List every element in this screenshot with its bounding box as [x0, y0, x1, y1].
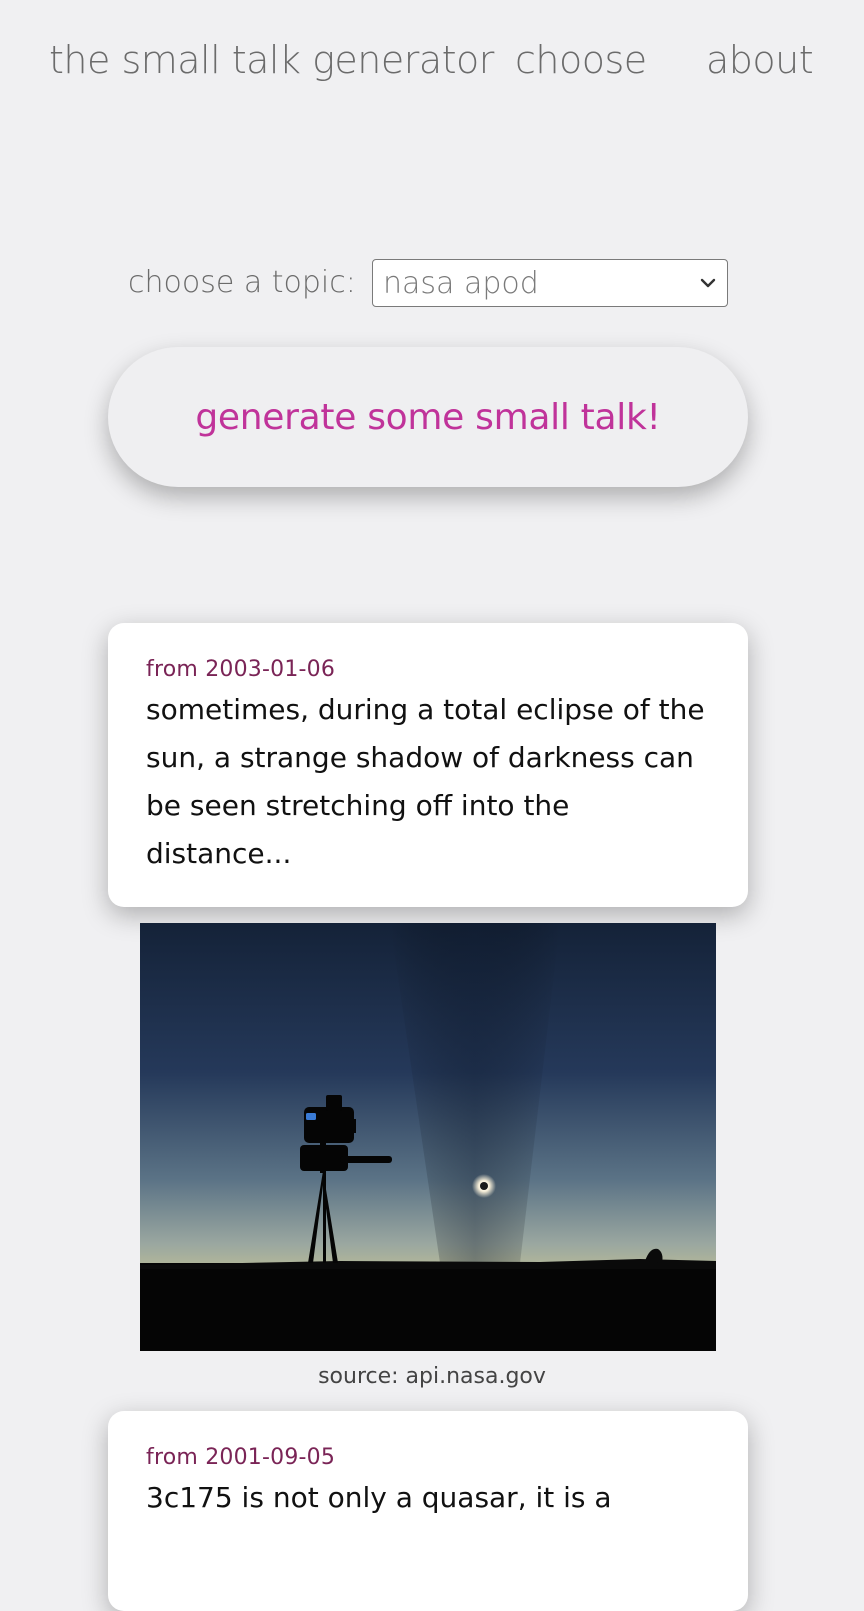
- fact-card: from 2003-01-06 sometimes, during a tota…: [108, 623, 748, 907]
- nav-choose-link[interactable]: choose: [515, 38, 647, 82]
- fact-text: sometimes, during a total eclipse of the…: [146, 693, 705, 870]
- nav-home-link[interactable]: the small talk generator: [49, 38, 494, 82]
- apod-eclipse-image: [140, 923, 716, 1351]
- chevron-down-icon: [700, 278, 716, 288]
- fact-date: from 2003-01-06: [146, 657, 336, 682]
- image-source: source: api.nasa.gov: [318, 1364, 546, 1389]
- nav-about-link[interactable]: about: [706, 38, 814, 82]
- fact-card: from 2001-09-05 3c175 is not only a quas…: [108, 1411, 748, 1611]
- topic-select-value: nasa apod: [383, 266, 539, 301]
- fact-date: from 2001-09-05: [146, 1445, 336, 1470]
- fact-text: 3c175 is not only a quasar, it is a: [146, 1481, 612, 1514]
- top-nav: the small talk generator choose about: [0, 38, 864, 90]
- generate-button[interactable]: generate some small talk!: [108, 347, 748, 487]
- topic-select[interactable]: nasa apod: [372, 259, 728, 307]
- topic-selector: choose a topic: nasa apod: [0, 259, 864, 307]
- topic-label: choose a topic:: [128, 265, 356, 300]
- generate-button-label: generate some small talk!: [195, 396, 661, 438]
